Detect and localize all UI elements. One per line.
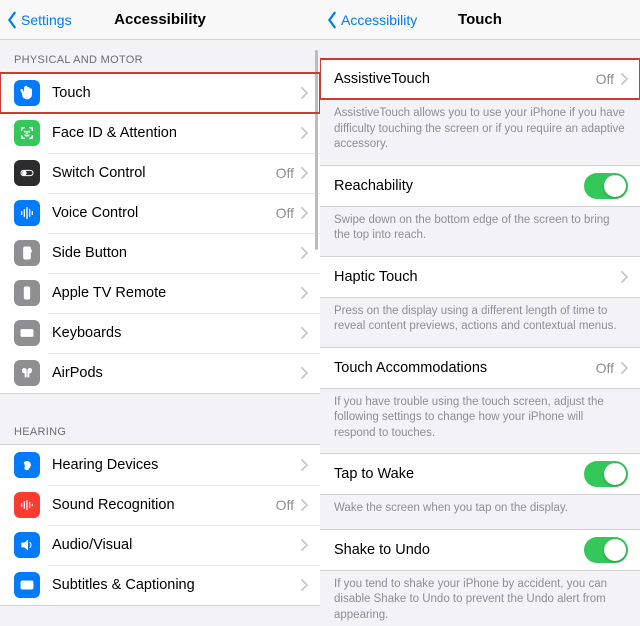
- switch-tap-to-wake[interactable]: [584, 461, 628, 487]
- chevron-right-icon: [300, 367, 308, 379]
- row-touch[interactable]: Touch: [0, 73, 320, 113]
- touch-panel: Accessibility Touch AssistiveTouchOffAss…: [320, 0, 640, 626]
- airpods-icon: [14, 360, 40, 386]
- row-face-id-attention[interactable]: Face ID & Attention: [0, 113, 320, 153]
- footer-tap-to-wake: Wake the screen when you tap on the disp…: [320, 495, 640, 529]
- chevron-right-icon: [300, 247, 308, 259]
- footer-assistivetouch: AssistiveTouch allows you to use your iP…: [320, 100, 640, 165]
- row-reachability[interactable]: Reachability: [320, 166, 640, 206]
- back-button-settings[interactable]: Settings: [0, 11, 72, 29]
- switch-reachability[interactable]: [584, 173, 628, 199]
- row-keyboards[interactable]: Keyboards: [0, 313, 320, 353]
- row-audio-visual[interactable]: Audio/Visual: [0, 525, 320, 565]
- cc-icon: CC: [14, 572, 40, 598]
- voice-icon: [14, 200, 40, 226]
- row-label: Subtitles & Captioning: [52, 577, 300, 593]
- ear-icon: [14, 452, 40, 478]
- row-label: Side Button: [52, 245, 300, 261]
- row-value: Off: [276, 205, 294, 221]
- footer-shake-to-undo: If you tend to shake your iPhone by acci…: [320, 571, 640, 626]
- group-physical: TouchFace ID & AttentionSwitch ControlOf…: [0, 72, 320, 394]
- section-header-physical: PHYSICAL AND MOTOR: [0, 40, 320, 72]
- row-tap-to-wake[interactable]: Tap to Wake: [320, 454, 640, 494]
- sidebutton-icon: [14, 240, 40, 266]
- row-shake-to-undo[interactable]: Shake to Undo: [320, 530, 640, 570]
- row-label: AirPods: [52, 365, 300, 381]
- chevron-right-icon: [620, 362, 628, 374]
- left-content: PHYSICAL AND MOTOR Touch Face ID & Attent…: [0, 40, 320, 626]
- footer-haptic-touch: Press on the display using a different l…: [320, 298, 640, 347]
- row-label: Switch Control: [52, 165, 276, 181]
- hand-icon: [14, 80, 40, 106]
- row-label: Touch Accommodations: [334, 360, 596, 376]
- row-value: Off: [596, 71, 614, 87]
- accessibility-panel: Settings Accessibility PHYSICAL AND MOTO…: [0, 0, 320, 626]
- row-apple-tv-remote[interactable]: Apple TV Remote: [0, 273, 320, 313]
- audio-icon: [14, 532, 40, 558]
- chevron-right-icon: [620, 73, 628, 85]
- chevron-right-icon: [300, 87, 308, 99]
- row-side-button[interactable]: Side Button: [0, 233, 320, 273]
- svg-text:CC: CC: [24, 583, 31, 588]
- remote-icon: [14, 280, 40, 306]
- row-value: Off: [596, 360, 614, 376]
- row-label: Tap to Wake: [334, 466, 584, 482]
- row-value: Off: [276, 497, 294, 513]
- faceid-icon: [14, 120, 40, 146]
- chevron-right-icon: [300, 327, 308, 339]
- row-label: Face ID & Attention: [52, 125, 300, 141]
- footer-reachability: Swipe down on the bottom edge of the scr…: [320, 207, 640, 256]
- section-header-hearing: HEARING: [0, 412, 320, 444]
- keyboard-icon: [14, 320, 40, 346]
- row-assistivetouch[interactable]: AssistiveTouchOff: [320, 59, 640, 99]
- row-label: AssistiveTouch: [334, 71, 596, 87]
- row-label: Hearing Devices: [52, 457, 300, 473]
- chevron-right-icon: [300, 287, 308, 299]
- chevron-right-icon: [300, 579, 308, 591]
- row-touch-accommodations[interactable]: Touch AccommodationsOff: [320, 348, 640, 388]
- row-sound-recognition[interactable]: Sound RecognitionOff: [0, 485, 320, 525]
- row-label: Audio/Visual: [52, 537, 300, 553]
- chevron-right-icon: [300, 127, 308, 139]
- chevron-right-icon: [300, 459, 308, 471]
- chevron-left-icon: [326, 11, 338, 29]
- row-value: Off: [276, 165, 294, 181]
- chevron-right-icon: [300, 499, 308, 511]
- row-switch-control[interactable]: Switch ControlOff: [0, 153, 320, 193]
- row-label: Apple TV Remote: [52, 285, 300, 301]
- right-content: AssistiveTouchOffAssistiveTouch allows y…: [320, 40, 640, 626]
- switch-icon: [14, 160, 40, 186]
- row-label: Shake to Undo: [334, 542, 584, 558]
- chevron-right-icon: [300, 207, 308, 219]
- row-label: Touch: [52, 85, 300, 101]
- back-button-accessibility[interactable]: Accessibility: [320, 11, 417, 29]
- row-label: Sound Recognition: [52, 497, 276, 513]
- row-hearing-devices[interactable]: Hearing Devices: [0, 445, 320, 485]
- row-airpods[interactable]: AirPods: [0, 353, 320, 393]
- row-haptic-touch[interactable]: Haptic Touch: [320, 257, 640, 297]
- back-label: Accessibility: [341, 12, 417, 28]
- row-label: Reachability: [334, 178, 584, 194]
- row-label: Keyboards: [52, 325, 300, 341]
- chevron-right-icon: [620, 271, 628, 283]
- navbar-left: Settings Accessibility: [0, 0, 320, 40]
- row-label: Haptic Touch: [334, 269, 620, 285]
- sound-icon: [14, 492, 40, 518]
- chevron-left-icon: [6, 11, 18, 29]
- switch-shake-to-undo[interactable]: [584, 537, 628, 563]
- row-subtitles-captioning[interactable]: CC Subtitles & Captioning: [0, 565, 320, 605]
- chevron-right-icon: [300, 539, 308, 551]
- footer-touch-accommodations: If you have trouble using the touch scre…: [320, 389, 640, 454]
- row-voice-control[interactable]: Voice ControlOff: [0, 193, 320, 233]
- row-label: Voice Control: [52, 205, 276, 221]
- back-label: Settings: [21, 12, 72, 28]
- chevron-right-icon: [300, 167, 308, 179]
- navbar-right: Accessibility Touch: [320, 0, 640, 40]
- group-hearing: Hearing Devices Sound RecognitionOff Audio…: [0, 444, 320, 606]
